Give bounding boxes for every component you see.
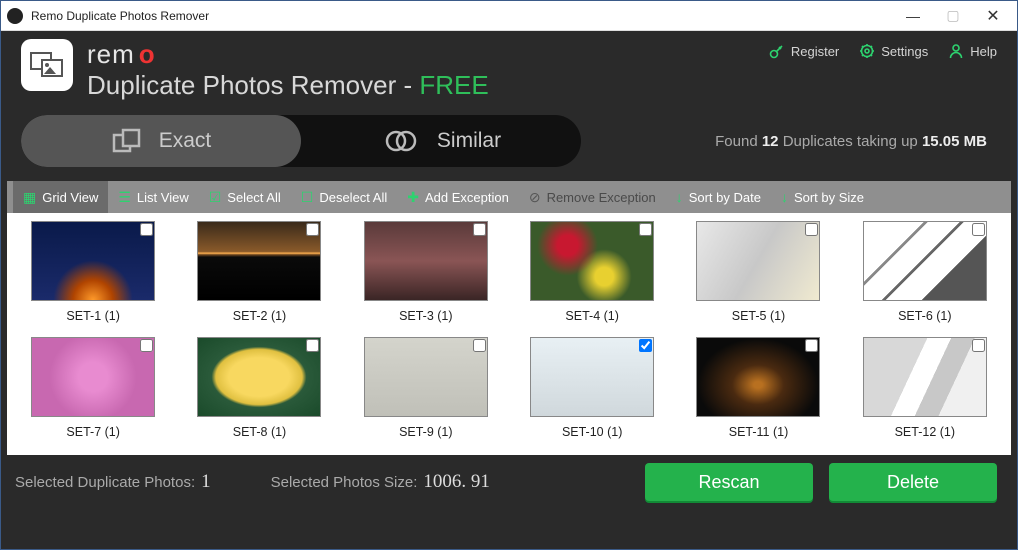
check-icon: ☑ — [209, 189, 222, 206]
app-header: remo Duplicate Photos Remover - FREE Reg… — [1, 31, 1017, 101]
thumbnail[interactable] — [530, 221, 654, 301]
person-icon — [948, 43, 964, 59]
set-item[interactable]: SET-4 (1) — [518, 221, 666, 331]
set-item[interactable]: SET-7 (1) — [19, 337, 167, 447]
set-label: SET-3 (1) — [352, 309, 500, 331]
thumbnail[interactable] — [696, 337, 820, 417]
set-label: SET-6 (1) — [851, 309, 999, 331]
selected-count: Selected Duplicate Photos:1 — [15, 471, 211, 493]
select-checkbox[interactable] — [972, 223, 985, 236]
set-label: SET-1 (1) — [19, 309, 167, 331]
exact-icon — [111, 127, 143, 155]
thumbnail[interactable] — [364, 221, 488, 301]
mode-tabs: Exact Similar — [21, 115, 581, 167]
set-item[interactable]: SET-8 (1) — [185, 337, 333, 447]
set-label: SET-5 (1) — [684, 309, 832, 331]
sort-by-date-button[interactable]: ↓Sort by Date — [666, 181, 771, 213]
set-label: SET-10 (1) — [518, 425, 666, 447]
gear-icon — [859, 43, 875, 59]
thumbnails-grid: SET-1 (1) SET-2 (1) SET-3 (1) SET-4 (1) … — [7, 213, 1011, 455]
select-checkbox[interactable] — [639, 339, 652, 352]
set-label: SET-4 (1) — [518, 309, 666, 331]
uncheck-icon: ☐ — [301, 189, 314, 206]
settings-link[interactable]: Settings — [859, 43, 928, 59]
close-button[interactable]: ✕ — [973, 2, 1013, 30]
sort-by-size-button[interactable]: ↓Sort by Size — [771, 181, 874, 213]
help-link[interactable]: Help — [948, 43, 997, 59]
select-checkbox[interactable] — [805, 339, 818, 352]
window-titlebar: Remo Duplicate Photos Remover — ▢ ✕ — [1, 1, 1017, 31]
select-checkbox[interactable] — [972, 339, 985, 352]
delete-button[interactable]: Delete — [829, 463, 997, 501]
thumbnail[interactable] — [31, 337, 155, 417]
arrow-down-icon: ↓ — [781, 189, 788, 205]
set-item[interactable]: SET-2 (1) — [185, 221, 333, 331]
select-checkbox[interactable] — [306, 223, 319, 236]
list-view-button[interactable]: ☰List View — [108, 181, 198, 213]
set-item[interactable]: SET-9 (1) — [352, 337, 500, 447]
thumbnail[interactable] — [364, 337, 488, 417]
set-item[interactable]: SET-11 (1) — [684, 337, 832, 447]
window-title: Remo Duplicate Photos Remover — [31, 9, 893, 23]
free-badge: FREE — [419, 70, 488, 100]
duplicate-images-icon — [30, 52, 64, 78]
maximize-button[interactable]: ▢ — [933, 2, 973, 30]
thumbnail[interactable] — [863, 337, 987, 417]
arrow-down-icon: ↓ — [676, 189, 683, 205]
select-checkbox[interactable] — [805, 223, 818, 236]
add-exception-button[interactable]: ✚Add Exception — [397, 181, 519, 213]
app-logo — [21, 39, 73, 91]
rescan-button[interactable]: Rescan — [645, 463, 813, 501]
thumbnail[interactable] — [530, 337, 654, 417]
exception-add-icon: ✚ — [407, 189, 419, 206]
set-label: SET-11 (1) — [684, 425, 832, 447]
set-item[interactable]: SET-1 (1) — [19, 221, 167, 331]
list-icon: ☰ — [118, 189, 131, 206]
brand-area: remo Duplicate Photos Remover - FREE — [87, 39, 769, 101]
set-label: SET-12 (1) — [851, 425, 999, 447]
brand-name-prefix: rem — [87, 39, 135, 70]
key-icon — [769, 43, 785, 59]
results-toolbar: ▦Grid View ☰List View ☑Select All ☐Desel… — [7, 181, 1011, 213]
selected-size: Selected Photos Size:1006. 91 — [271, 471, 490, 493]
brand-name-o: o — [139, 39, 155, 70]
select-checkbox[interactable] — [140, 339, 153, 352]
tab-similar[interactable]: Similar — [301, 115, 581, 167]
thumbnail[interactable] — [197, 221, 321, 301]
set-item[interactable]: SET-12 (1) — [851, 337, 999, 447]
select-checkbox[interactable] — [140, 223, 153, 236]
select-checkbox[interactable] — [473, 339, 486, 352]
set-item[interactable]: SET-3 (1) — [352, 221, 500, 331]
footer-bar: Selected Duplicate Photos:1 Selected Pho… — [1, 455, 1017, 501]
select-checkbox[interactable] — [306, 339, 319, 352]
results-panel: ▦Grid View ☰List View ☑Select All ☐Desel… — [7, 181, 1011, 455]
remove-exception-button: ⊘Remove Exception — [519, 181, 666, 213]
scan-status: Found 12 Duplicates taking up 15.05 MB — [715, 133, 997, 150]
thumbnail[interactable] — [31, 221, 155, 301]
app-icon — [7, 8, 23, 24]
app-subtitle: Duplicate Photos Remover - — [87, 70, 419, 100]
thumbnail[interactable] — [197, 337, 321, 417]
thumbnail[interactable] — [696, 221, 820, 301]
select-all-button[interactable]: ☑Select All — [199, 181, 291, 213]
set-item[interactable]: SET-6 (1) — [851, 221, 999, 331]
set-item[interactable]: SET-5 (1) — [684, 221, 832, 331]
set-label: SET-9 (1) — [352, 425, 500, 447]
mode-tabs-row: Exact Similar Found 12 Duplicates taking… — [1, 101, 1017, 167]
similar-icon — [381, 127, 421, 155]
set-label: SET-2 (1) — [185, 309, 333, 331]
register-link[interactable]: Register — [769, 43, 839, 59]
set-label: SET-7 (1) — [19, 425, 167, 447]
grid-icon: ▦ — [23, 189, 36, 206]
tab-exact[interactable]: Exact — [21, 115, 301, 167]
exception-remove-icon: ⊘ — [529, 189, 541, 206]
set-label: SET-8 (1) — [185, 425, 333, 447]
deselect-all-button[interactable]: ☐Deselect All — [291, 181, 397, 213]
thumbnail[interactable] — [863, 221, 987, 301]
set-item[interactable]: SET-10 (1) — [518, 337, 666, 447]
grid-view-button[interactable]: ▦Grid View — [13, 181, 108, 213]
select-checkbox[interactable] — [639, 223, 652, 236]
minimize-button[interactable]: — — [893, 2, 933, 30]
select-checkbox[interactable] — [473, 223, 486, 236]
